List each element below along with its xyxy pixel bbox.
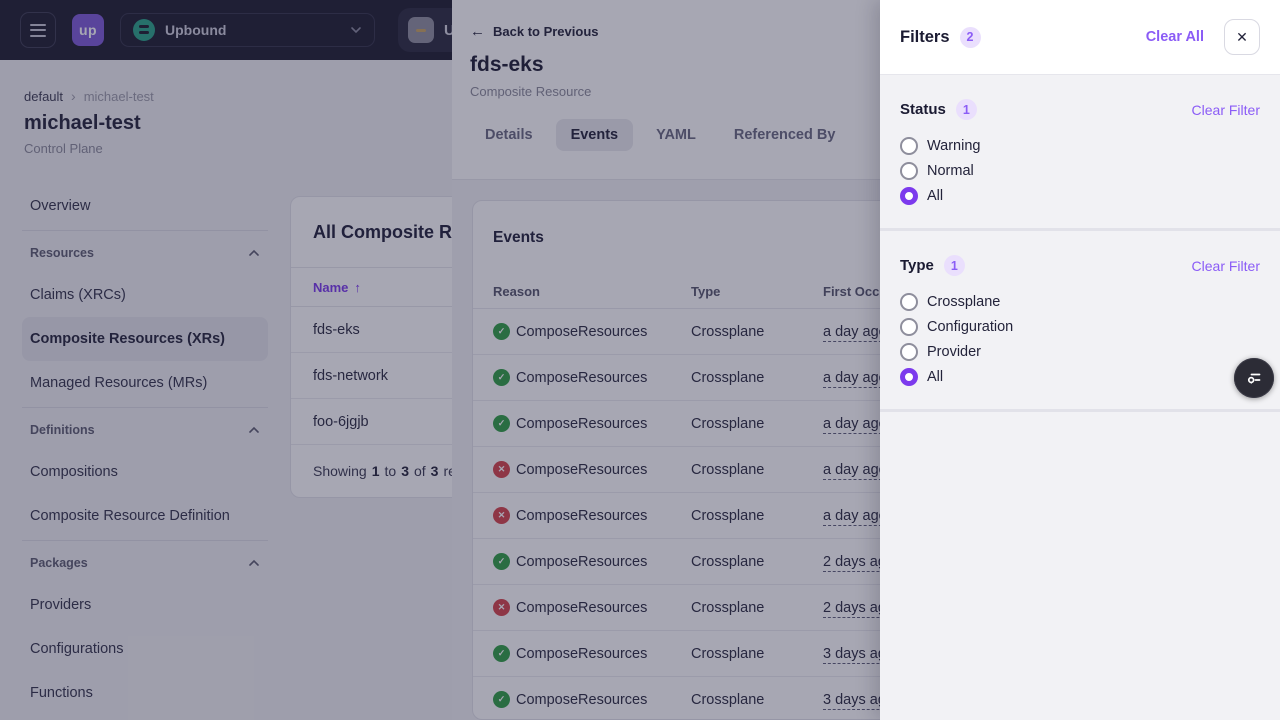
close-icon: ✕ — [1236, 29, 1248, 46]
radio-option-normal[interactable]: Normal — [900, 159, 1260, 183]
clear-all-button[interactable]: Clear All — [1146, 29, 1204, 45]
radio-option-configuration[interactable]: Configuration — [900, 315, 1260, 339]
radio-option-all-type[interactable]: All — [900, 365, 1260, 389]
radio-button[interactable] — [900, 293, 918, 311]
option-label: Crossplane — [927, 294, 1000, 310]
option-label: All — [927, 188, 943, 204]
radio-button-selected[interactable] — [900, 187, 918, 205]
filters-title: Filters — [900, 28, 950, 47]
section-count-badge: 1 — [944, 255, 965, 276]
section-title: Type — [900, 257, 934, 274]
radio-button[interactable] — [900, 343, 918, 361]
option-label: All — [927, 369, 943, 385]
radio-button[interactable] — [900, 162, 918, 180]
section-count-badge: 1 — [956, 99, 977, 120]
section-title: Status — [900, 101, 946, 118]
radio-option-provider[interactable]: Provider — [900, 340, 1260, 364]
filter-section-status: Status 1 Clear Filter Warning Normal All — [880, 75, 1280, 231]
clear-filter-button[interactable]: Clear Filter — [1192, 258, 1260, 274]
radio-option-warning[interactable]: Warning — [900, 134, 1260, 158]
close-button[interactable]: ✕ — [1224, 19, 1260, 55]
filter-section-type: Type 1 Clear Filter Crossplane Configura… — [880, 231, 1280, 412]
radio-option-all-status[interactable]: All — [900, 184, 1260, 208]
option-label: Provider — [927, 344, 981, 360]
filter-toggle-fab[interactable] — [1234, 358, 1274, 398]
filter-list-icon — [1245, 369, 1263, 387]
option-label: Warning — [927, 138, 980, 154]
clear-filter-button[interactable]: Clear Filter — [1192, 102, 1260, 118]
option-label: Configuration — [927, 319, 1013, 335]
radio-option-crossplane[interactable]: Crossplane — [900, 290, 1260, 314]
radio-button[interactable] — [900, 318, 918, 336]
radio-button-selected[interactable] — [900, 368, 918, 386]
filters-count-badge: 2 — [960, 27, 981, 48]
option-label: Normal — [927, 163, 974, 179]
radio-button[interactable] — [900, 137, 918, 155]
filters-panel: Filters 2 Clear All ✕ Status 1 Clear Fil… — [880, 0, 1280, 720]
